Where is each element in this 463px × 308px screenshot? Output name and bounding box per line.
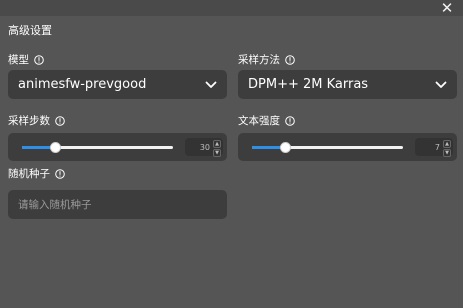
title-bar: [0, 0, 463, 16]
panel-title: 高级设置: [8, 24, 52, 37]
sampler-select-value: DPM++ 2M Karras: [248, 77, 369, 92]
seed-input[interactable]: [8, 190, 227, 219]
sampler-label: 采样方法: [238, 54, 280, 66]
steps-label: 采样步数: [8, 115, 50, 127]
chevron-down-icon: [205, 81, 217, 88]
info-icon[interactable]: [55, 168, 65, 179]
info-icon[interactable]: [285, 54, 295, 65]
spinner-up-icon[interactable]: ▲: [443, 139, 451, 148]
model-select-value: animesfw-prevgood: [18, 77, 147, 92]
info-icon[interactable]: [34, 54, 44, 65]
cfg-label-group: 文本强度: [238, 113, 295, 128]
cfg-label: 文本强度: [238, 115, 280, 127]
seed-label: 随机种子: [8, 168, 50, 180]
steps-slider-container: 30 ▲ ▼: [8, 133, 227, 161]
model-label-group: 模型: [8, 52, 44, 67]
cfg-slider-thumb[interactable]: [280, 142, 292, 153]
spinner-down-icon[interactable]: ▼: [213, 148, 221, 157]
cfg-value: 7: [434, 142, 440, 152]
steps-spinner: ▲ ▼: [213, 139, 221, 157]
cfg-spinner: ▲ ▼: [443, 139, 451, 157]
sampler-label-group: 采样方法: [238, 52, 295, 67]
steps-label-group: 采样步数: [8, 113, 65, 128]
steps-slider-thumb[interactable]: [50, 142, 62, 153]
spinner-down-icon[interactable]: ▼: [443, 148, 451, 157]
cfg-slider-track[interactable]: [252, 142, 403, 153]
steps-value: 30: [199, 142, 210, 152]
chevron-down-icon: [435, 81, 447, 88]
info-icon[interactable]: [55, 115, 65, 126]
model-select[interactable]: animesfw-prevgood: [8, 70, 227, 99]
cfg-number-input[interactable]: 7 ▲ ▼: [415, 138, 453, 157]
close-button[interactable]: ✕: [439, 0, 455, 16]
steps-slider-track[interactable]: [22, 142, 173, 153]
info-icon[interactable]: [285, 115, 295, 126]
spinner-up-icon[interactable]: ▲: [213, 139, 221, 148]
sampler-select[interactable]: DPM++ 2M Karras: [238, 70, 457, 99]
model-label: 模型: [8, 54, 29, 66]
close-icon[interactable]: ✕: [441, 0, 454, 16]
seed-label-group: 随机种子: [8, 166, 65, 181]
cfg-slider-container: 7 ▲ ▼: [238, 133, 457, 161]
steps-number-input[interactable]: 30 ▲ ▼: [185, 138, 223, 157]
